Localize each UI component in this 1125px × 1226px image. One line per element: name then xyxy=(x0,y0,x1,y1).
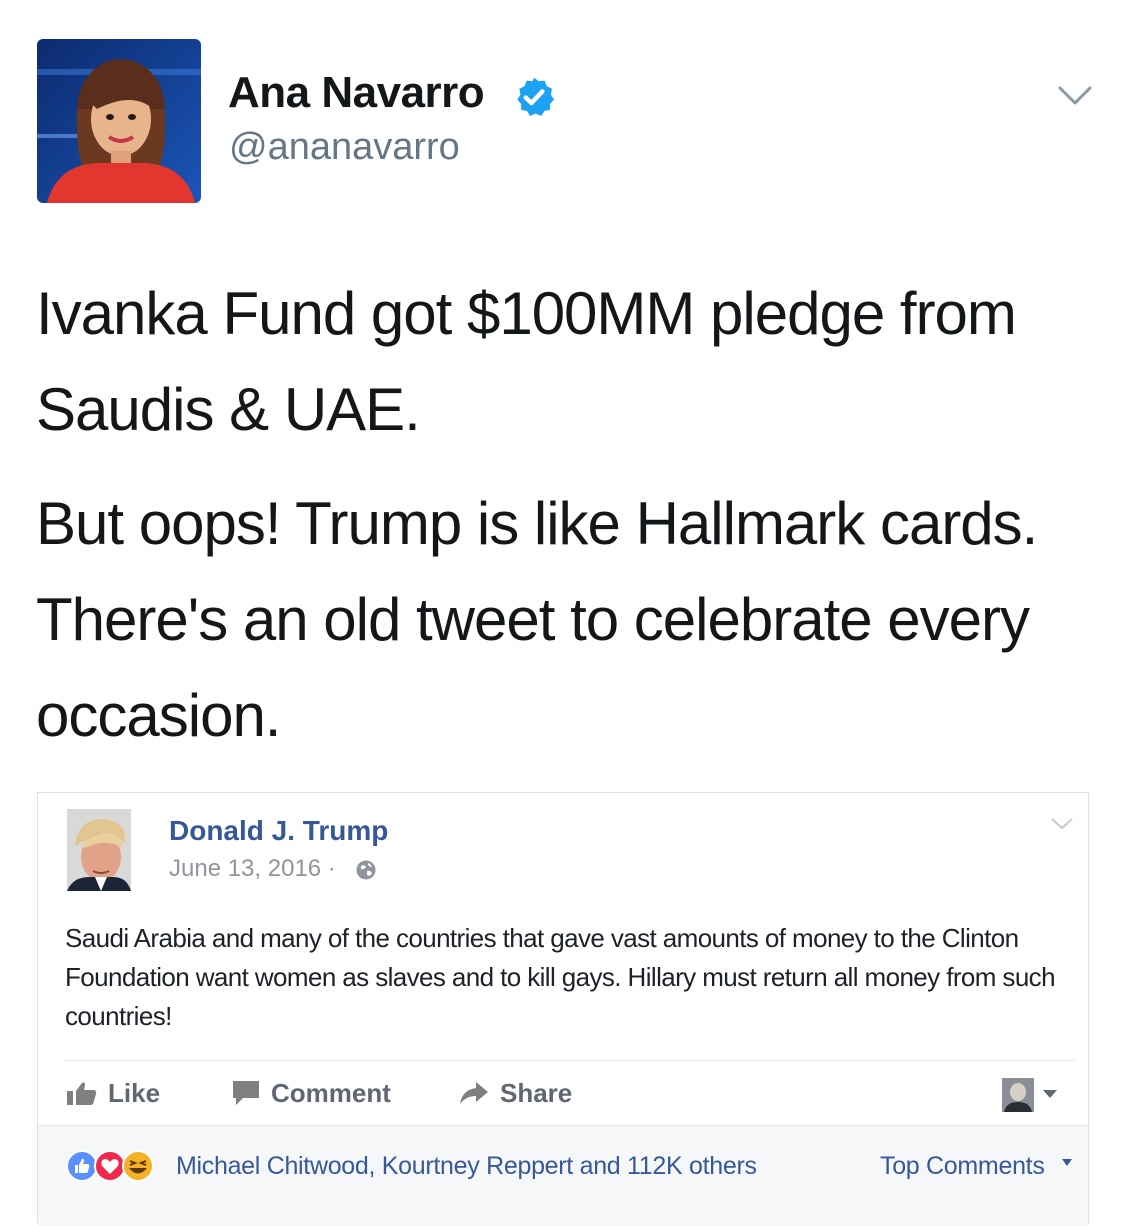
tweet-text-paragraph: Ivanka Fund got $100MM pledge from Saudi… xyxy=(36,280,1017,443)
chevron-down-icon[interactable] xyxy=(1050,817,1074,831)
viewer-avatar[interactable] xyxy=(1002,1078,1034,1112)
like-label: Like xyxy=(108,1077,161,1108)
comment-bubble-icon xyxy=(233,1081,259,1105)
share-button[interactable]: Share xyxy=(458,1073,572,1113)
comment-label: Comment xyxy=(271,1077,391,1108)
post-author-avatar[interactable] xyxy=(67,809,131,891)
post-text: Saudi Arabia and many of the countries t… xyxy=(65,923,1056,1031)
author-name[interactable]: Ana Navarro xyxy=(228,68,485,118)
haha-reaction-icon xyxy=(122,1150,154,1182)
caret-down-icon[interactable] xyxy=(1042,1089,1058,1099)
like-thumb-icon xyxy=(67,1082,97,1105)
reactions-bar: Michael Chitwood, Kourtney Reppert and 1… xyxy=(38,1125,1088,1226)
caret-down-icon[interactable] xyxy=(1062,1159,1072,1166)
reaction-icons[interactable] xyxy=(66,1149,166,1183)
post-date[interactable]: June 13, 2016 · xyxy=(169,855,336,883)
reactions-summary[interactable]: Michael Chitwood, Kourtney Reppert and 1… xyxy=(176,1152,757,1181)
divider xyxy=(65,1060,1075,1061)
love-reaction-icon xyxy=(94,1150,126,1182)
author-avatar[interactable] xyxy=(37,39,201,203)
share-arrow-icon xyxy=(460,1082,488,1104)
like-button[interactable]: Like xyxy=(66,1073,160,1113)
globe-icon xyxy=(356,860,376,880)
tweet-header: Ana Navarro @ananavarro xyxy=(0,0,1125,230)
tweet-text-paragraph: But oops! Trump is like Hallmark cards. … xyxy=(36,490,1038,749)
verified-badge-icon xyxy=(517,77,554,116)
chevron-down-icon[interactable] xyxy=(1058,86,1092,106)
share-label: Share xyxy=(500,1077,573,1108)
post-author-name[interactable]: Donald J. Trump xyxy=(169,815,388,847)
comment-button[interactable]: Comment xyxy=(231,1073,391,1113)
embedded-facebook-post[interactable]: Donald J. Trump June 13, 2016 · Saudi Ar… xyxy=(37,792,1089,1226)
like-reaction-icon xyxy=(66,1150,98,1182)
comment-sort-dropdown[interactable]: Top Comments xyxy=(880,1152,1045,1181)
author-handle[interactable]: @ananavarro xyxy=(229,126,460,169)
